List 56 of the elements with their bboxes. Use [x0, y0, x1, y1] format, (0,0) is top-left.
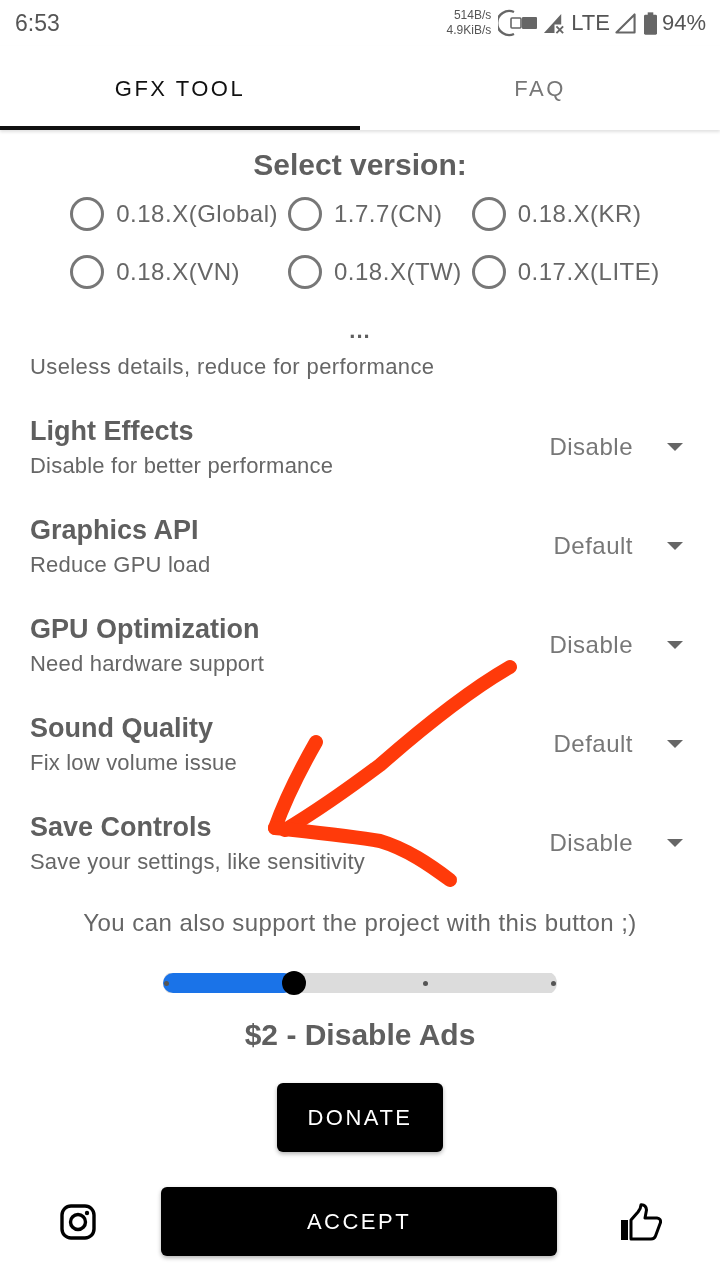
setting-title: Graphics API: [30, 514, 199, 546]
setting-description: Disable for better performance: [30, 453, 334, 479]
section-note: Useless details, reduce for performance: [30, 354, 436, 380]
version-option[interactable]: 0.18.X(Global): [70, 185, 278, 243]
accept-button[interactable]: ACCEPT: [161, 1187, 557, 1256]
radio-button[interactable]: [288, 255, 322, 289]
step-dot-icon: [423, 980, 429, 986]
upload-speed: 514B/s: [453, 8, 492, 23]
dropdown[interactable]: Default: [553, 532, 683, 560]
slider-track[interactable]: [163, 971, 557, 995]
step-dot-icon: [164, 980, 169, 986]
radio-button[interactable]: [288, 197, 322, 231]
setting-description: Fix low volume issue: [30, 750, 237, 776]
amount-label: $2 - Disable Ads: [243, 1017, 477, 1053]
setting-description: Save your settings, like sensitivity: [30, 849, 365, 875]
caret-icon: [667, 443, 683, 451]
support-text: You can also support the project with this button ;): [82, 909, 638, 937]
camera-icon[interactable]: [60, 1203, 96, 1240]
battery-icon: [643, 11, 657, 35]
version-option[interactable]: 0.18.X(KR): [471, 185, 660, 243]
dropdown[interactable]: Default: [553, 730, 683, 758]
dropdown[interactable]: Disable: [549, 433, 683, 461]
network-type: LTE: [571, 10, 610, 36]
dropdown[interactable]: Disable: [549, 631, 683, 659]
setting-title: Save Controls: [30, 811, 212, 843]
caret-icon: [667, 641, 683, 649]
download-speed: 4.9KiB/s: [446, 23, 492, 38]
thumbs-up-icon[interactable]: [620, 1202, 662, 1241]
version-option[interactable]: 0.18.X(VN): [70, 243, 278, 301]
caret-icon: [667, 542, 683, 550]
radio-button[interactable]: [70, 255, 105, 289]
network-badge-icon: [498, 9, 539, 37]
radio-button[interactable]: [70, 197, 105, 231]
version-option[interactable]: 1.7.7(CN): [288, 185, 462, 243]
donate-button[interactable]: DONATE: [277, 1083, 443, 1152]
setting-description: Need hardware support: [30, 651, 265, 677]
caret-icon: [667, 740, 683, 748]
signal-icon: [614, 12, 636, 34]
tab[interactable]: FAQ: [360, 46, 720, 130]
tab[interactable]: GFX TOOL: [0, 46, 360, 130]
more-marker: ...: [348, 319, 372, 343]
slider-thumb[interactable]: [282, 971, 307, 995]
setting-title: Sound Quality: [30, 712, 213, 744]
status-time: 6:53: [15, 9, 60, 37]
radio-button[interactable]: [471, 197, 506, 231]
battery-level: 94%: [661, 10, 706, 36]
caret-icon: [667, 839, 683, 847]
section-title: Select version:: [252, 147, 468, 183]
radio-button[interactable]: [471, 255, 506, 289]
setting-title: GPU Optimization: [30, 613, 260, 645]
setting-description: Reduce GPU load: [30, 552, 211, 578]
setting-title: Light Effects: [30, 415, 194, 447]
version-option[interactable]: 0.18.X(TW): [288, 243, 462, 301]
version-option[interactable]: 0.17.X(LITE): [471, 243, 660, 301]
step-dot-icon: [551, 980, 556, 986]
dropdown[interactable]: Disable: [549, 829, 683, 857]
